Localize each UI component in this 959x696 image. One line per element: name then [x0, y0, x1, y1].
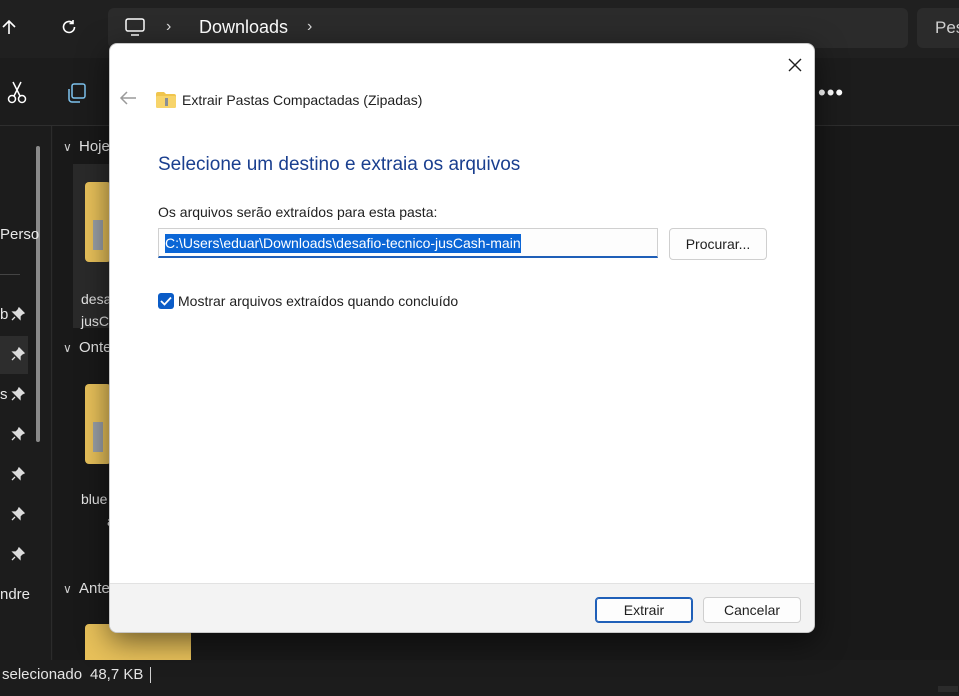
refresh-icon[interactable]	[56, 14, 82, 40]
status-bar: selecionado 48,7 KB	[0, 660, 959, 696]
chevron-down-icon: ∨	[63, 341, 72, 355]
group-label: Ante	[79, 580, 110, 597]
chevron-right-icon[interactable]: ›	[307, 18, 312, 36]
destination-path-value: C:\Users\eduar\Downloads\desafio-tecnico…	[165, 234, 521, 253]
copy-icon[interactable]	[66, 82, 88, 109]
dialog-footer: Extrair Cancelar	[110, 583, 814, 632]
group-header-earlier[interactable]: ∨ Ante	[63, 580, 110, 597]
sidebar-item-pinned-2[interactable]: s	[0, 386, 8, 403]
pin-icon	[11, 507, 25, 521]
dialog-title: Extrair Pastas Compactadas (Zipadas)	[182, 92, 423, 108]
zip-folder-icon	[156, 92, 176, 113]
address-bar[interactable]: › Downloads ›	[108, 8, 908, 48]
group-label: Onte	[79, 339, 112, 356]
destination-label: Os arquivos serão extraídos para esta pa…	[158, 204, 438, 220]
computer-icon	[124, 17, 146, 42]
zip-folder-icon	[85, 182, 111, 262]
chevron-right-icon[interactable]: ›	[166, 18, 171, 36]
sidebar-scrollbar[interactable]	[36, 146, 40, 442]
extract-button[interactable]: Extrair	[595, 597, 693, 623]
show-files-label[interactable]: Mostrar arquivos extraídos quando conclu…	[178, 293, 458, 309]
group-header-yesterday[interactable]: ∨ Onte	[63, 339, 112, 356]
view-toggle[interactable]	[938, 686, 958, 692]
sidebar-item-personal[interactable]: Perso	[0, 226, 39, 243]
back-button[interactable]	[118, 88, 138, 108]
file-name: desa jusC	[81, 291, 112, 329]
pin-icon	[11, 307, 25, 321]
close-icon	[788, 58, 802, 72]
back-arrow-icon	[119, 91, 136, 105]
status-divider	[150, 667, 151, 683]
zip-folder-icon	[85, 384, 111, 464]
sidebar-item-pinned[interactable]: b	[0, 306, 8, 323]
pin-icon	[11, 427, 25, 441]
selection-size: 48,7 KB	[90, 666, 144, 683]
breadcrumb-downloads[interactable]: Downloads	[199, 17, 288, 38]
scissors-icon[interactable]	[6, 80, 28, 109]
cancel-button[interactable]: Cancelar	[703, 597, 801, 623]
sidebar-divider	[0, 274, 20, 275]
show-files-checkbox[interactable]	[158, 293, 174, 309]
more-options-icon[interactable]: •••	[818, 80, 844, 106]
extract-dialog: Extrair Pastas Compactadas (Zipadas) Sel…	[109, 43, 815, 633]
browse-button[interactable]: Procurar...	[669, 228, 767, 260]
navigation-sidebar: Perso b s ndre	[0, 126, 52, 660]
search-placeholder: Pes	[935, 18, 959, 37]
close-button[interactable]	[782, 52, 808, 78]
checkmark-icon	[160, 296, 172, 306]
dialog-heading: Selecione um destino e extraia os arquiv…	[158, 154, 521, 175]
chevron-down-icon: ∨	[63, 582, 72, 596]
pin-icon	[11, 547, 25, 561]
group-label: Hoje	[79, 138, 110, 155]
pin-icon	[11, 347, 25, 361]
selection-status: selecionado	[2, 666, 83, 683]
up-arrow-icon[interactable]	[0, 14, 22, 40]
search-input[interactable]: Pes	[917, 8, 959, 48]
group-header-today[interactable]: ∨ Hoje	[63, 138, 110, 155]
pin-icon	[11, 387, 25, 401]
sidebar-item-user[interactable]: ndre	[0, 586, 30, 603]
destination-path-input[interactable]: C:\Users\eduar\Downloads\desafio-tecnico…	[158, 228, 658, 258]
chevron-down-icon: ∨	[63, 140, 72, 154]
pin-icon	[11, 467, 25, 481]
